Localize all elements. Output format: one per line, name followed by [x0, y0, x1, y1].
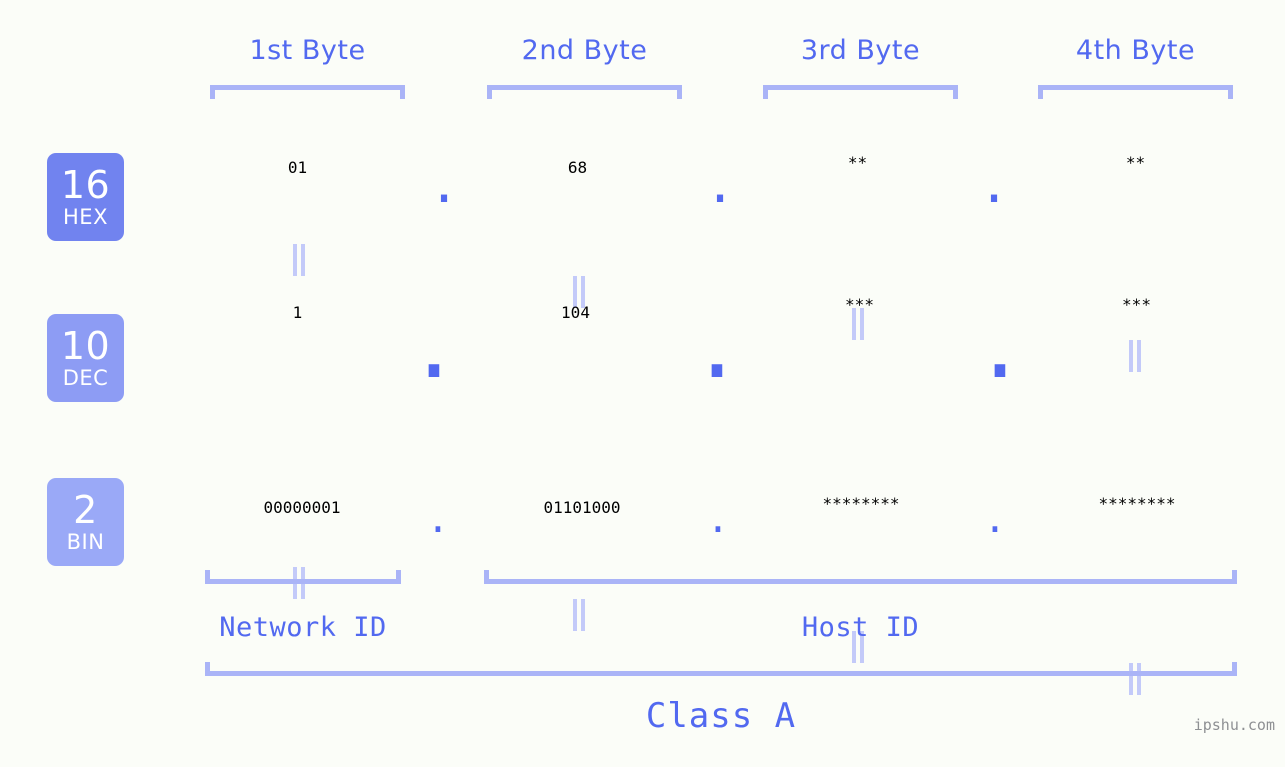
- hex-separator-3: .: [978, 156, 1010, 214]
- base-badge-bin-number: 2: [73, 488, 98, 532]
- connector-hex-dec-1: [292, 244, 308, 276]
- dec-byte-value-2: 104: [561, 303, 590, 322]
- dec-separator-1: .: [408, 298, 460, 398]
- host-id-bracket: [484, 570, 1237, 584]
- base-badge-dec: 10 DEC: [47, 314, 124, 402]
- dec-byte-value-4: ***: [1122, 295, 1151, 314]
- dec-byte-value-3: ***: [845, 295, 874, 314]
- bin-separator-3: .: [983, 497, 1007, 541]
- class-bracket: [205, 662, 1237, 676]
- dec-separator-3: .: [974, 298, 1026, 398]
- hex-byte-value-4: **: [1125, 153, 1146, 172]
- connector-hex-dec-4: [1128, 340, 1144, 372]
- dec-separator-2: .: [691, 298, 743, 398]
- base-badge-dec-number: 10: [60, 324, 111, 368]
- watermark: ipshu.com: [1193, 716, 1275, 734]
- base-badge-hex-number: 16: [60, 163, 111, 207]
- bin-byte-value-3: ********: [822, 494, 900, 513]
- hex-separator-1: .: [428, 156, 460, 214]
- network-id-bracket: [205, 570, 401, 584]
- byte-header-label-4: 4th Byte: [1075, 35, 1196, 66]
- bin-byte-value-1: 00000001: [263, 498, 341, 517]
- base-badge-hex-abbr: HEX: [63, 205, 108, 229]
- byte-header-label-3: 3rd Byte: [800, 35, 921, 66]
- byte-bracket-1: [210, 85, 405, 99]
- host-id-label: Host ID: [801, 612, 920, 643]
- hex-byte-value-1: 01: [287, 158, 308, 177]
- hex-byte-value-2: 68: [567, 158, 588, 177]
- base-badge-bin: 2 BIN: [47, 478, 124, 566]
- ip-address-breakdown-figure: 1st Byte 2nd Byte 3rd Byte 4th Byte 16 H…: [0, 0, 1285, 767]
- bin-byte-value-4: ********: [1098, 494, 1176, 513]
- base-badge-bin-abbr: BIN: [66, 530, 105, 554]
- byte-header-label-1: 1st Byte: [249, 35, 366, 66]
- byte-bracket-2: [487, 85, 682, 99]
- base-badge-dec-abbr: DEC: [62, 366, 109, 390]
- hex-byte-value-3: **: [847, 153, 868, 172]
- byte-bracket-3: [763, 85, 958, 99]
- hex-separator-2: .: [704, 156, 736, 214]
- bin-byte-value-2: 01101000: [543, 498, 621, 517]
- bin-separator-1: .: [426, 497, 450, 541]
- byte-bracket-4: [1038, 85, 1233, 99]
- network-id-label: Network ID: [219, 612, 387, 643]
- bin-separator-2: .: [706, 497, 730, 541]
- byte-header-label-2: 2nd Byte: [521, 35, 648, 66]
- base-badge-hex: 16 HEX: [47, 153, 124, 241]
- dec-byte-value-1: 1: [292, 303, 303, 322]
